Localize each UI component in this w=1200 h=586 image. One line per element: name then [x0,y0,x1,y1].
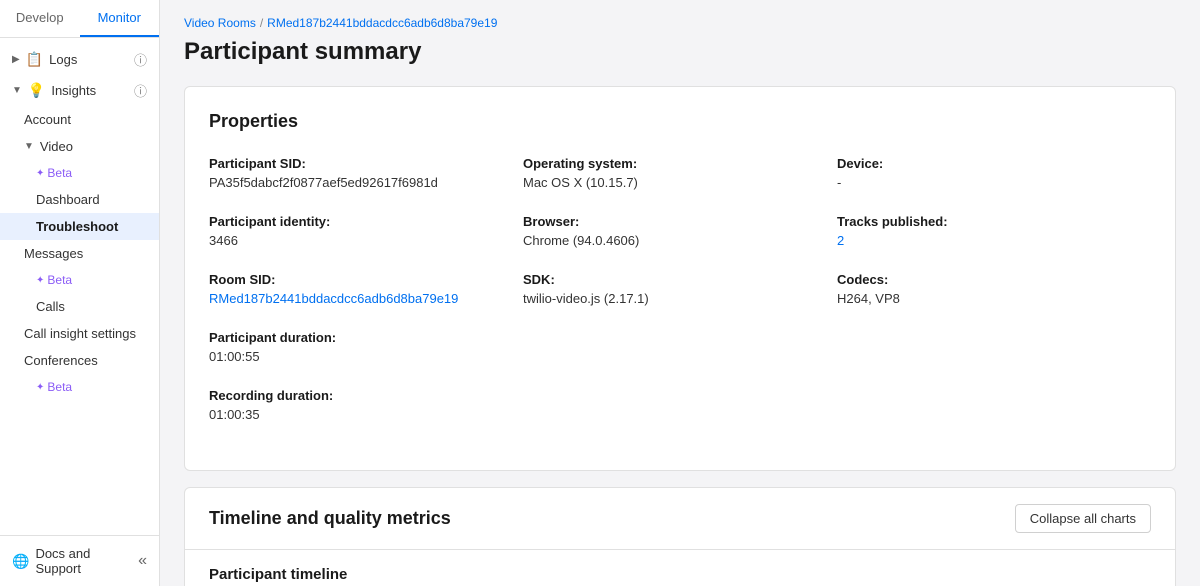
prop-device: Device: - [837,156,1151,190]
prop-value-os: Mac OS X (10.15.7) [523,175,837,190]
properties-title: Properties [209,111,1151,132]
prop-label-browser: Browser: [523,214,837,229]
prop-label-sdk: SDK: [523,272,837,287]
collapse-sidebar-button[interactable]: « [138,552,147,570]
beta-badge-video: Beta [36,166,72,180]
prop-value-device: - [837,175,1151,190]
tab-monitor[interactable]: Monitor [80,0,160,37]
prop-value-participant-identity: 3466 [209,233,523,248]
prop-label-participant-identity: Participant identity: [209,214,523,229]
prop-codecs: Codecs: H264, VP8 [837,272,1151,306]
sidebar-tabs: Develop Monitor [0,0,159,38]
docs-icon: 🌐 [12,553,29,570]
participant-timeline-title: Participant timeline [209,566,1151,583]
properties-col-2: Device: - Tracks published: 2 Codecs: H2… [837,156,1151,446]
sidebar-item-label: Call insight settings [24,326,136,341]
properties-card: Properties Participant SID: PA35f5dabcf2… [184,86,1176,471]
info-icon: ⓘ [134,50,147,69]
sidebar-item-insights[interactable]: ▼ 💡 Insights ⓘ [0,75,159,106]
prop-label-recording-duration: Recording duration: [209,388,523,403]
prop-label-codecs: Codecs: [837,272,1151,287]
sidebar-item-account[interactable]: Account [0,106,159,133]
beta-badge-conferences: Beta [36,380,72,394]
prop-value-recording-duration: 01:00:35 [209,407,523,422]
docs-and-support[interactable]: 🌐 Docs and Support « [0,535,159,586]
prop-value-room-sid: RMed187b2441bddacdcc6adb6d8ba79e19 [209,291,523,306]
prop-label-room-sid: Room SID: [209,272,523,287]
chevron-down-icon: ▼ [12,85,22,96]
sidebar-item-messages[interactable]: Messages [0,240,159,267]
participant-timeline-section: Participant timeline [185,550,1175,586]
sidebar-item-label: Calls [36,299,65,314]
prop-value-participant-duration: 01:00:55 [209,349,523,364]
prop-sdk: SDK: twilio-video.js (2.17.1) [523,272,837,306]
sidebar-item-label: Conferences [24,353,98,368]
sidebar-item-dashboard[interactable]: Dashboard [0,186,159,213]
breadcrumb: Video Rooms / RMed187b2441bddacdcc6adb6d… [184,16,1176,30]
breadcrumb-separator: / [260,16,263,30]
prop-value-tracks: 2 [837,233,1151,248]
sidebar-item-beta-video[interactable]: Beta [0,160,159,186]
prop-label-os: Operating system: [523,156,837,171]
page-title: Participant summary [184,38,1176,66]
timeline-card-title: Timeline and quality metrics [209,508,451,529]
sidebar-item-label: Account [24,112,71,127]
prop-label-participant-duration: Participant duration: [209,330,523,345]
sidebar-item-troubleshoot[interactable]: Troubleshoot [0,213,159,240]
prop-label-tracks: Tracks published: [837,214,1151,229]
prop-participant-identity: Participant identity: 3466 [209,214,523,248]
chevron-right-icon: ▶ [12,54,20,65]
info-icon-insights: ⓘ [134,81,147,100]
prop-browser: Browser: Chrome (94.0.4606) [523,214,837,248]
timeline-card: Timeline and quality metrics Collapse al… [184,487,1176,586]
sidebar-section-nav: ▶ 📋 Logs ⓘ ▼ 💡 Insights ⓘ Account ▼ Vide… [0,38,159,406]
prop-value-participant-sid: PA35f5dabcf2f0877aef5ed92617f6981d [209,175,523,190]
sidebar-item-beta-messages[interactable]: Beta [0,267,159,293]
prop-participant-sid: Participant SID: PA35f5dabcf2f0877aef5ed… [209,156,523,190]
sidebar-item-label: Dashboard [36,192,100,207]
tracks-published-link[interactable]: 2 [837,233,844,248]
sidebar: Develop Monitor ▶ 📋 Logs ⓘ ▼ 💡 Insights … [0,0,160,586]
docs-label: Docs and Support [35,546,132,576]
prop-recording-duration: Recording duration: 01:00:35 [209,388,523,422]
logs-icon: 📋 [26,51,43,68]
prop-label-device: Device: [837,156,1151,171]
prop-label-participant-sid: Participant SID: [209,156,523,171]
sidebar-item-label: Troubleshoot [36,219,118,234]
main-content: Video Rooms / RMed187b2441bddacdcc6adb6d… [160,0,1200,586]
prop-value-sdk: twilio-video.js (2.17.1) [523,291,837,306]
sidebar-item-label: Messages [24,246,83,261]
breadcrumb-room-id[interactable]: RMed187b2441bddacdcc6adb6d8ba79e19 [267,16,497,30]
properties-grid: Participant SID: PA35f5dabcf2f0877aef5ed… [209,156,1151,446]
sidebar-item-conferences[interactable]: Conferences [0,347,159,374]
properties-col-1: Operating system: Mac OS X (10.15.7) Bro… [523,156,837,446]
sidebar-item-video[interactable]: ▼ Video [0,133,159,160]
sidebar-item-call-insight-settings[interactable]: Call insight settings [0,320,159,347]
prop-value-browser: Chrome (94.0.4606) [523,233,837,248]
collapse-all-charts-button[interactable]: Collapse all charts [1015,504,1151,533]
insights-icon: 💡 [28,82,45,99]
timeline-card-header: Timeline and quality metrics Collapse al… [185,488,1175,550]
sidebar-item-label: Insights [51,83,96,98]
sidebar-item-label: Video [40,139,73,154]
tab-develop[interactable]: Develop [0,0,80,37]
chevron-down-icon-video: ▼ [24,141,34,152]
beta-badge-messages: Beta [36,273,72,287]
sidebar-item-label: Logs [49,52,77,67]
prop-value-codecs: H264, VP8 [837,291,1151,306]
breadcrumb-video-rooms[interactable]: Video Rooms [184,16,256,30]
prop-operating-system: Operating system: Mac OS X (10.15.7) [523,156,837,190]
properties-col-0: Participant SID: PA35f5dabcf2f0877aef5ed… [209,156,523,446]
sidebar-item-logs[interactable]: ▶ 📋 Logs ⓘ [0,44,159,75]
room-sid-link[interactable]: RMed187b2441bddacdcc6adb6d8ba79e19 [209,291,458,306]
prop-tracks-published: Tracks published: 2 [837,214,1151,248]
sidebar-item-beta-conferences[interactable]: Beta [0,374,159,400]
prop-participant-duration: Participant duration: 01:00:55 [209,330,523,364]
sidebar-item-calls[interactable]: Calls [0,293,159,320]
prop-room-sid: Room SID: RMed187b2441bddacdcc6adb6d8ba7… [209,272,523,306]
